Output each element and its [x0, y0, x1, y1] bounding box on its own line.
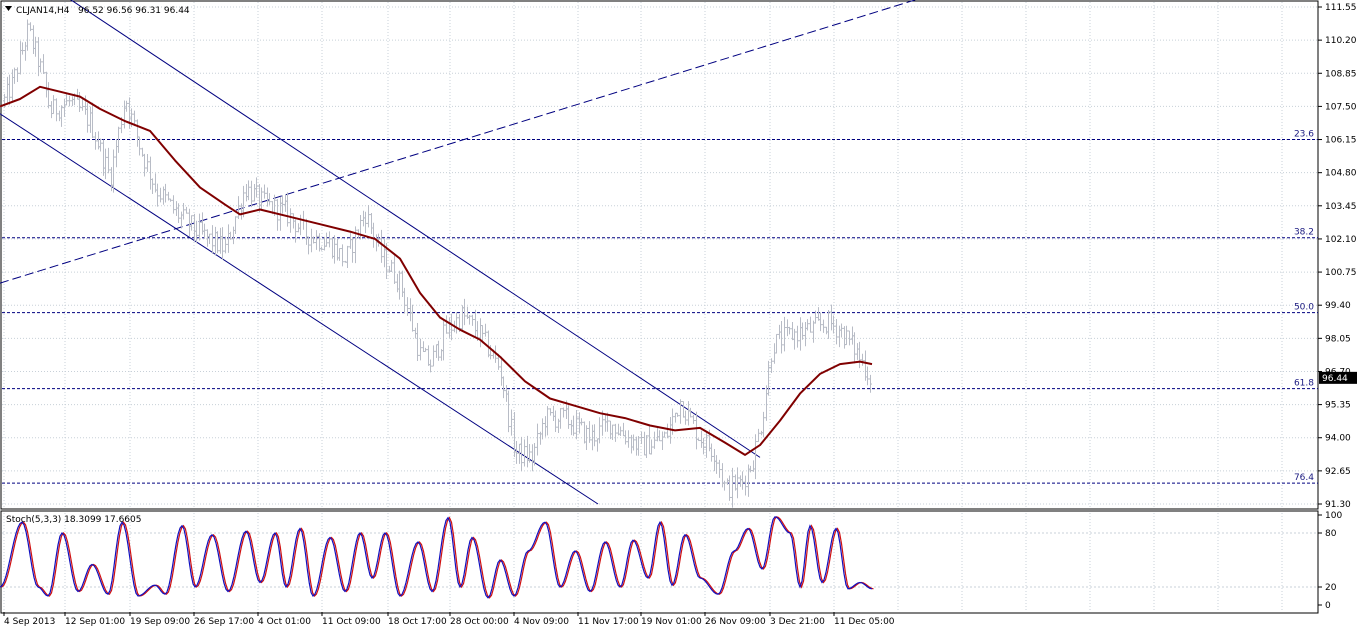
stoch-tick-label: 0: [1325, 601, 1331, 611]
time-tick-label: 4 Sep 2013: [4, 617, 55, 627]
stoch-label: Stoch(5,3,3) 18.3099 17.6605: [6, 515, 141, 525]
time-tick-label: 4 Oct 01:00: [258, 617, 311, 627]
chart-window[interactable]: 23.638.250.061.876.4 111.55110.20108.851…: [0, 0, 1362, 630]
time-tick-label: 3 Dec 21:00: [770, 617, 825, 627]
time-tick-label: 11 Oct 09:00: [322, 617, 381, 627]
price-tick-label: 95.35: [1325, 401, 1351, 411]
price-tick-label: 92.65: [1325, 467, 1351, 477]
price-tick-label: 104.80: [1325, 169, 1357, 179]
current-price-tag: 96.44: [1319, 371, 1357, 384]
price-tick-label: 111.55: [1325, 3, 1357, 13]
time-tick-label: 26 Nov 09:00: [705, 617, 766, 627]
stoch-tick-label: 100: [1325, 511, 1342, 521]
stoch-tick-label: 20: [1325, 583, 1337, 593]
time-tick-label: 4 Nov 09:00: [514, 617, 569, 627]
price-axis: 111.55 110.20 108.85 107.50 106.15 104.80 103.…: [1318, 3, 1357, 510]
price-tag-value: 96.44: [1322, 374, 1348, 384]
stoch-tick-label: 80: [1325, 529, 1337, 539]
price-tick-label: 102.10: [1325, 235, 1357, 245]
price-tick-label: 91.30: [1325, 500, 1351, 510]
time-tick-label: 18 Oct 17:00: [388, 617, 447, 627]
price-tick-label: 99.40: [1325, 301, 1351, 311]
price-tick-label: 103.45: [1325, 202, 1357, 212]
fib-label: 76.4: [1294, 473, 1314, 483]
fib-label: 50.0: [1294, 303, 1314, 313]
time-tick-label: 26 Sep 17:00: [194, 617, 254, 627]
symbol-label: CLJAN14,H4: [16, 6, 70, 16]
time-axis: 4 Sep 2013 12 Sep 01:00 19 Sep 09:00 26 Sep…: [3, 612, 895, 627]
price-tick-label: 107.50: [1325, 102, 1357, 112]
time-tick-label: 11 Dec 05:00: [834, 617, 895, 627]
ohlc-label: 96.52 96.56 96.31 96.44: [78, 6, 190, 16]
time-tick-label: 19 Nov 01:00: [641, 617, 702, 627]
stoch-axis: 100 80 20 0: [1318, 511, 1342, 611]
price-tick-label: 100.75: [1325, 268, 1357, 278]
price-tick-label: 98.05: [1325, 334, 1351, 344]
fib-label: 38.2: [1294, 228, 1314, 238]
price-tick-label: 108.85: [1325, 69, 1357, 79]
fib-label: 61.8: [1294, 379, 1314, 389]
price-tick-label: 106.15: [1325, 136, 1357, 146]
time-tick-label: 11 Nov 17:00: [578, 617, 639, 627]
price-tick-label: 94.00: [1325, 434, 1351, 444]
time-tick-label: 19 Sep 09:00: [130, 617, 190, 627]
time-tick-label: 28 Oct 00:00: [450, 617, 509, 627]
time-tick-label: 12 Sep 01:00: [65, 617, 125, 627]
fib-label: 23.6: [1294, 130, 1314, 140]
price-tick-label: 110.20: [1325, 36, 1357, 46]
